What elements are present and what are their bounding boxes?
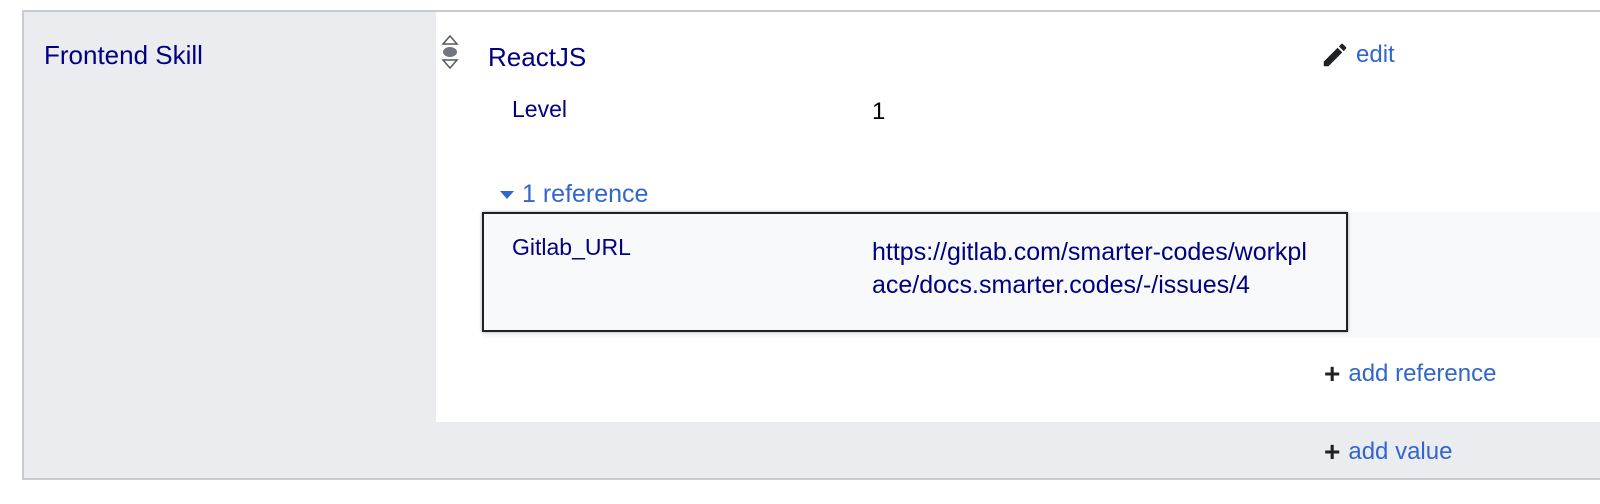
reference-value-link[interactable]: https://gitlab.com/smarter-codes/workpla…: [872, 236, 1312, 302]
statement-group: Frontend Skill ReactJS edit Level 1 1 re…: [22, 10, 1600, 480]
plus-icon: +: [1324, 358, 1341, 389]
qualifier-property[interactable]: Level: [512, 96, 567, 123]
edit-button[interactable]: edit: [1320, 40, 1395, 70]
reference-item: Gitlab_URL https://gitlab.com/smarter-co…: [482, 212, 1348, 332]
add-value-label: add value: [1348, 438, 1453, 465]
property-label[interactable]: Frontend Skill: [44, 40, 203, 71]
main-value[interactable]: ReactJS: [488, 42, 586, 73]
add-reference-label: add reference: [1348, 360, 1497, 387]
rank-normal-icon: [441, 34, 459, 70]
add-reference-button[interactable]: + add reference: [1324, 360, 1496, 388]
add-value-button[interactable]: + add value: [1324, 438, 1452, 466]
pencil-icon: [1323, 43, 1347, 67]
references-toggle-label: 1 reference: [522, 180, 649, 208]
references-toggle[interactable]: 1 reference: [500, 180, 648, 209]
plus-icon: +: [1324, 436, 1341, 467]
statement-panel: ReactJS edit Level 1 1 reference Gitlab_…: [436, 12, 1600, 422]
reference-property[interactable]: Gitlab_URL: [512, 234, 631, 261]
edit-label: edit: [1356, 41, 1395, 68]
triangle-down-icon: [500, 190, 514, 199]
qualifier-value: 1: [872, 98, 886, 125]
rank-selector[interactable]: [440, 32, 460, 72]
